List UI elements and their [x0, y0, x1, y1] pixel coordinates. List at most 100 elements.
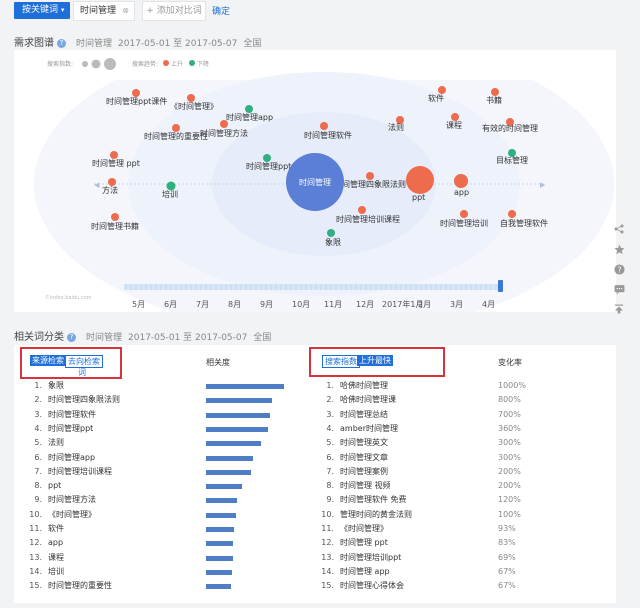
help-icon[interactable]: ?	[612, 262, 626, 276]
graph-node[interactable]	[454, 174, 468, 188]
graph-node[interactable]	[172, 124, 180, 132]
graph-node[interactable]	[187, 94, 195, 102]
help-icon[interactable]: ?	[57, 39, 66, 48]
table-row[interactable]: 13. 时间管理培训ppt	[320, 551, 401, 565]
table-row[interactable]: 14. 培训	[28, 565, 64, 579]
graph-node[interactable]	[245, 105, 253, 113]
row-word[interactable]: 哈佛时间管理课	[340, 395, 396, 404]
row-word[interactable]: 时间管理ppt	[48, 424, 93, 433]
graph-node[interactable]	[460, 210, 468, 218]
graph-node-label[interactable]: 时间管理四象限法则	[334, 179, 406, 189]
graph-node-label[interactable]: 时间管理app	[226, 112, 273, 122]
row-word[interactable]: 培训	[48, 567, 64, 576]
close-icon[interactable]: ⊗	[122, 2, 129, 20]
graph-node-label[interactable]: 软件	[428, 93, 444, 103]
table-row[interactable]: 13. 课程	[28, 551, 64, 565]
row-word[interactable]: 时间管理心得体会	[340, 581, 404, 590]
add-compare-button[interactable]: + 添加对比词	[142, 1, 206, 21]
row-word[interactable]: 法则	[48, 438, 64, 447]
graph-node-label[interactable]: 时间管理书籍	[91, 221, 139, 231]
row-word[interactable]: 时间管理app	[48, 453, 95, 462]
graph-node-label[interactable]: 方法	[102, 185, 118, 195]
graph-node-label[interactable]: 自我管理软件	[500, 218, 548, 228]
table-row[interactable]: 2. 哈佛时间管理课	[320, 393, 396, 407]
row-word[interactable]: 象限	[48, 381, 64, 390]
row-word[interactable]: 时间管理 ppt	[340, 538, 388, 547]
row-word[interactable]: 时间管理总结	[340, 410, 388, 419]
help-icon[interactable]: ?	[67, 333, 76, 342]
row-word[interactable]: 时间管理的重要性	[48, 581, 112, 590]
row-word[interactable]: 时间管理四象限法则	[48, 395, 120, 404]
graph-node[interactable]	[327, 229, 335, 237]
graph-node[interactable]	[263, 154, 271, 162]
timeline-handle[interactable]	[498, 280, 503, 292]
graph-node[interactable]	[491, 88, 499, 96]
graph-node-label[interactable]: 课程	[446, 121, 462, 130]
graph-node-label[interactable]: 时间管理的重要性	[144, 131, 208, 141]
graph-node[interactable]	[451, 113, 459, 121]
table-row[interactable]: 11. 软件	[28, 522, 64, 536]
row-word[interactable]: 软件	[48, 524, 64, 533]
table-row[interactable]: 7. 时间管理培训课程	[28, 465, 112, 479]
row-word[interactable]: 时间管理软件	[48, 410, 96, 419]
graph-node[interactable]	[438, 86, 446, 94]
tab-source-search[interactable]: 来源检索	[30, 355, 66, 366]
table-row[interactable]: 5. 时间管理英文	[320, 436, 388, 450]
keyword-mode-button[interactable]: 按关键词 ▾	[14, 2, 70, 19]
graph-node[interactable]	[110, 151, 118, 159]
table-row[interactable]: 7. 时间管理案例	[320, 465, 388, 479]
table-row[interactable]: 1. 哈佛时间管理	[320, 379, 388, 393]
graph-node[interactable]	[320, 122, 328, 130]
table-row[interactable]: 4. 时间管理ppt	[28, 422, 93, 436]
row-word[interactable]: 时间管理案例	[340, 467, 388, 476]
graph-node-label[interactable]: 时间管理培训课程	[336, 214, 400, 224]
share-icon[interactable]	[612, 222, 626, 236]
table-row[interactable]: 3. 时间管理软件	[28, 408, 96, 422]
graph-node-label[interactable]: 时间管理软件	[304, 130, 352, 140]
row-word[interactable]: app	[48, 538, 63, 547]
row-word[interactable]: 《时间管理》	[48, 510, 96, 519]
table-row[interactable]: 1. 象限	[28, 379, 64, 393]
table-row[interactable]: 9. 时间管理软件 免费	[320, 493, 407, 507]
back-to-top-icon[interactable]	[612, 302, 626, 316]
row-word[interactable]: 时间管理培训课程	[48, 467, 112, 476]
table-row[interactable]: 8. 时间管理 视频	[320, 479, 390, 493]
graph-node-label[interactable]: 时间管理 ppt	[92, 158, 140, 168]
keyword-tab[interactable]: 时间管理 ⊗	[73, 1, 135, 21]
confirm-button[interactable]: 确定	[212, 4, 230, 17]
table-row[interactable]: 6. 时间管理app	[28, 451, 95, 465]
graph-node-label[interactable]: ppt	[412, 193, 425, 202]
graph-node-label[interactable]: 培训	[162, 189, 178, 199]
row-word[interactable]: 时间管理培训ppt	[340, 553, 401, 562]
row-word[interactable]: 课程	[48, 553, 64, 562]
graph-node-label[interactable]: 时间管理ppt	[246, 161, 291, 171]
star-icon[interactable]	[612, 242, 626, 256]
tab-search-index[interactable]: 搜索指数	[322, 355, 360, 368]
table-row[interactable]: 4. amber时间管理	[320, 422, 398, 436]
graph-node[interactable]	[111, 213, 119, 221]
graph-node-label[interactable]: 象限	[325, 237, 341, 247]
row-word[interactable]: 时间管理软件 免费	[340, 495, 407, 504]
graph-node-label[interactable]: 《时间管理》	[170, 101, 218, 111]
table-row[interactable]: 11. 《时间管理》	[320, 522, 388, 536]
row-word[interactable]: 《时间管理》	[340, 524, 388, 533]
graph-node-label[interactable]: 法则	[388, 122, 404, 132]
table-row[interactable]: 10. 管理时间的黄金法则	[320, 508, 412, 522]
row-word[interactable]: 时间管理文章	[340, 453, 388, 462]
table-row[interactable]: 15. 时间管理心得体会	[320, 579, 404, 593]
row-word[interactable]: ppt	[48, 481, 61, 490]
graph-node-label[interactable]: 目标管理	[496, 155, 528, 165]
row-word[interactable]: amber时间管理	[340, 424, 398, 433]
table-row[interactable]: 10. 《时间管理》	[28, 508, 96, 522]
table-row[interactable]: 2. 时间管理四象限法则	[28, 393, 120, 407]
graph-node[interactable]	[406, 166, 434, 194]
graph-node-label[interactable]: 时间管理方法	[200, 128, 248, 138]
table-row[interactable]: 12. 时间管理 ppt	[320, 536, 388, 550]
table-row[interactable]: 8. ppt	[28, 479, 61, 493]
graph-node-label[interactable]: app	[454, 188, 469, 197]
row-word[interactable]: 时间管理英文	[340, 438, 388, 447]
graph-node-label[interactable]: 时间管理ppt课件	[106, 96, 167, 106]
table-row[interactable]: 5. 法则	[28, 436, 64, 450]
row-word[interactable]: 时间管理方法	[48, 495, 96, 504]
graph-node-label[interactable]: 时间管理培训	[440, 218, 488, 228]
